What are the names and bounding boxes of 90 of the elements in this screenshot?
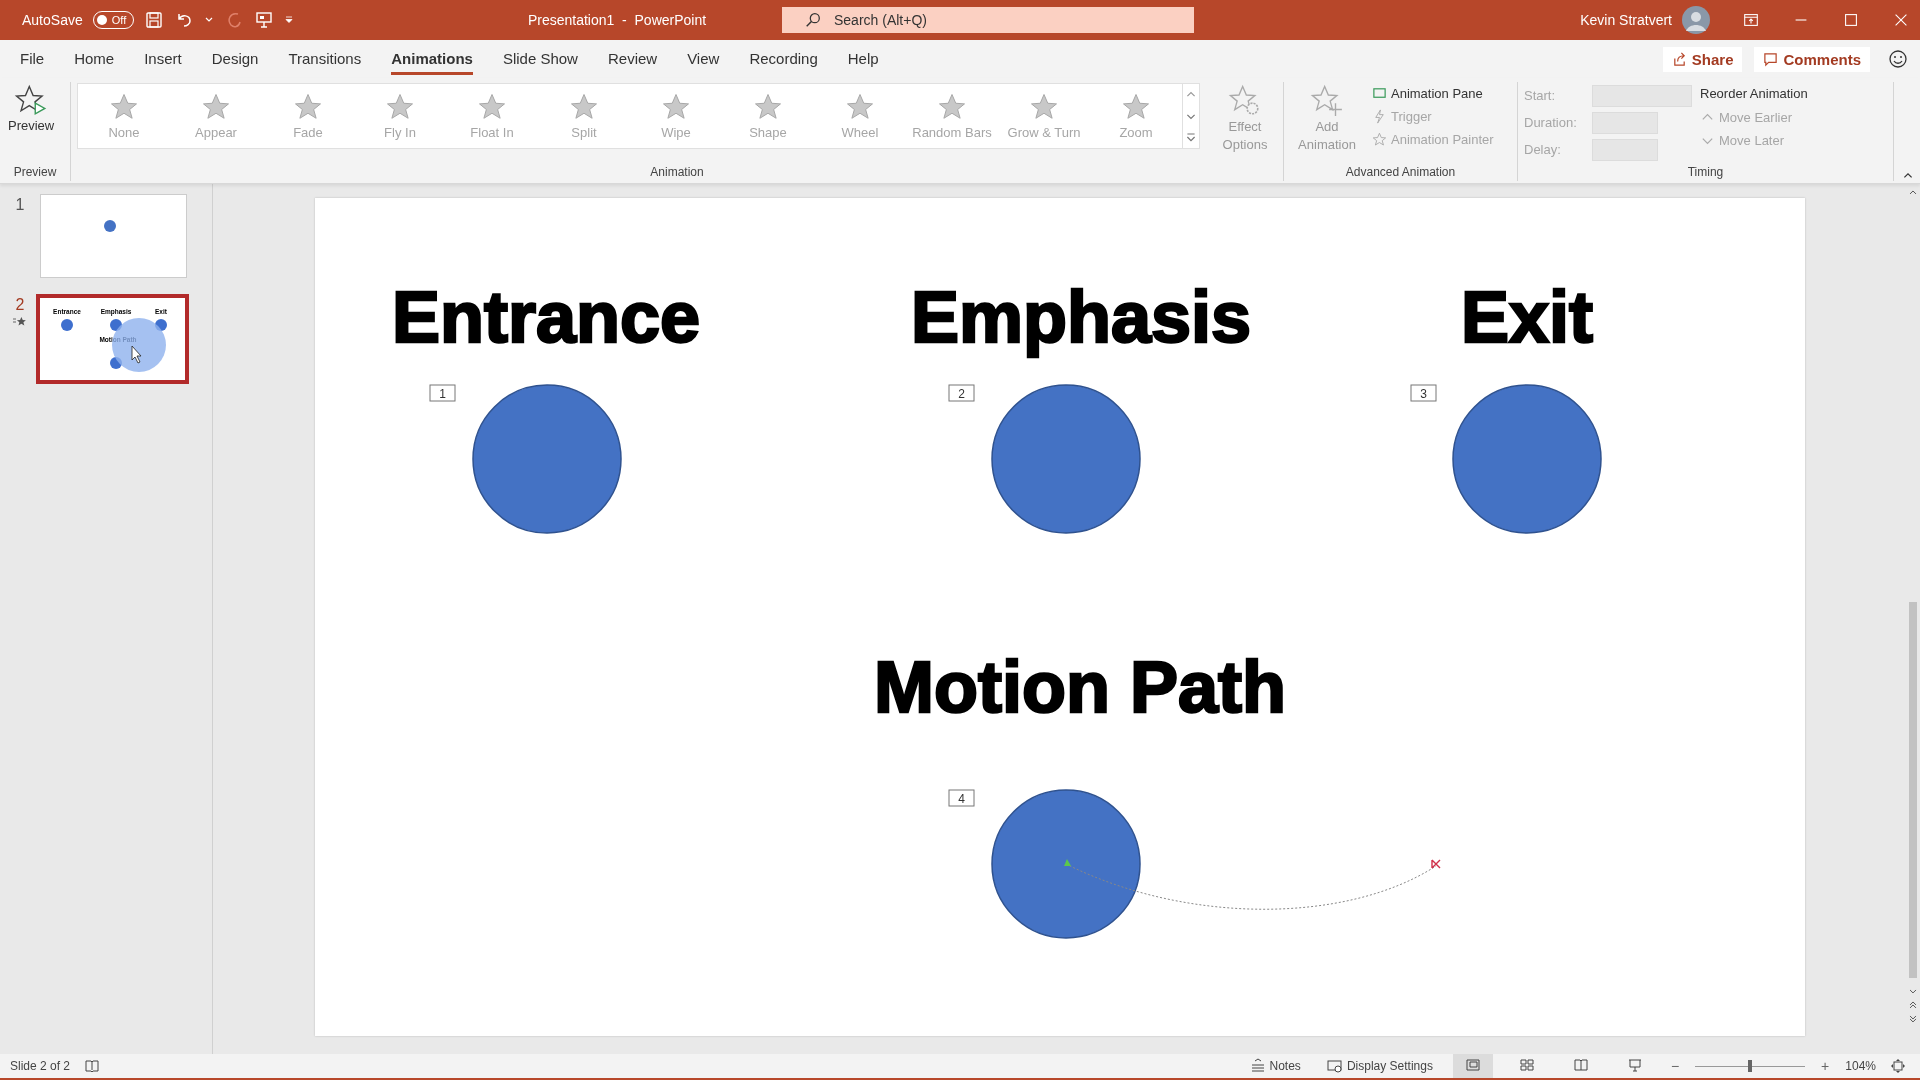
menu-tab[interactable]: Design: [211, 43, 259, 75]
dot-icon: [104, 220, 116, 232]
star-icon: [1121, 92, 1151, 122]
fit-slide-icon[interactable]: [1890, 1058, 1906, 1074]
menu-tab[interactable]: Animations: [391, 43, 473, 75]
dot-icon: [61, 319, 73, 331]
star-icon: [385, 92, 415, 122]
menu-tab[interactable]: Help: [847, 43, 879, 75]
search-field[interactable]: Search (Alt+Q): [782, 7, 1194, 33]
group-label: Advanced Animation: [1344, 165, 1457, 181]
notes-icon: [1249, 1058, 1266, 1074]
timing-label: Delay:: [1524, 142, 1562, 157]
menu-tab[interactable]: Transitions: [288, 43, 362, 75]
menu-tab[interactable]: Recording: [749, 43, 818, 75]
slide-title: Entrance: [391, 277, 701, 357]
animation-tag: 1: [429, 384, 456, 402]
star-icon: [293, 92, 323, 122]
menu-tab[interactable]: Review: [607, 43, 658, 75]
share-button[interactable]: Share: [1662, 46, 1743, 72]
comment-icon: [1763, 51, 1779, 67]
star-icon: [937, 92, 967, 122]
avatar-icon[interactable]: [1682, 6, 1710, 34]
preview-button[interactable]: Preview: [6, 82, 57, 135]
group-label: Timing: [1686, 165, 1725, 181]
scrollbar-thumb[interactable]: [1909, 601, 1917, 979]
group-label: Animation: [649, 165, 705, 181]
star-icon: [477, 92, 507, 122]
customize-icon[interactable]: [284, 15, 295, 25]
timing-label: Duration:: [1524, 115, 1578, 130]
search-icon: [804, 11, 822, 29]
reading-view-icon: [1572, 1057, 1589, 1073]
user-name: Kevin Stratvert: [1580, 12, 1672, 28]
ribbon-icon: [1372, 109, 1387, 124]
display-settings-button[interactable]: Display Settings: [1320, 1057, 1439, 1075]
normal-view-icon: [1464, 1057, 1481, 1073]
window-title: Presentation1 - PowerPoint: [526, 12, 708, 28]
slide-title: Emphasis: [910, 277, 1252, 357]
autosave-label: AutoSave: [22, 12, 83, 28]
menu-tab[interactable]: Home: [74, 43, 115, 75]
star-plus-icon: [1310, 84, 1344, 118]
presenter-icon[interactable]: [254, 10, 275, 30]
group-label: Preview: [12, 165, 58, 181]
reorder-label: Reorder Animation: [1700, 85, 1808, 103]
menu-tab[interactable]: Insert: [144, 43, 182, 75]
display-icon: [1326, 1058, 1343, 1074]
circle-shape[interactable]: [991, 384, 1141, 534]
ribbon-icon: [1372, 132, 1387, 147]
menu-tab[interactable]: View: [687, 43, 720, 75]
maximize-icon[interactable]: [1842, 11, 1860, 29]
normal-view-button[interactable]: [1452, 1054, 1493, 1078]
book-check-icon[interactable]: [84, 1058, 101, 1074]
star-icon: [661, 92, 691, 122]
menu-tab[interactable]: File: [20, 43, 45, 75]
slide-thumbnail[interactable]: [40, 194, 187, 278]
share-icon: [1671, 51, 1687, 67]
menu-tab[interactable]: Slide Show: [502, 43, 578, 75]
ribbon-button[interactable]: Animation Pane: [1372, 84, 1494, 103]
animation-tag: 3: [1410, 384, 1437, 402]
slide-counter: Slide 2 of 2: [10, 1059, 71, 1073]
circle-shape[interactable]: [991, 789, 1141, 939]
star-icon: [845, 92, 875, 122]
notes-button[interactable]: Notes: [1243, 1057, 1307, 1075]
ribbon-icon: [1372, 86, 1387, 101]
next-slide-icon[interactable]: [1908, 1014, 1918, 1024]
save-icon[interactable]: [144, 10, 165, 30]
slide-title: Motion Path: [874, 647, 1286, 727]
feedback-icon[interactable]: [1888, 49, 1908, 69]
animation-tag: 2: [948, 384, 975, 402]
slideshow-view-icon: [1626, 1057, 1643, 1073]
slide-title: Exit: [1461, 277, 1593, 357]
star-icon: [569, 92, 599, 122]
sorter-view-icon: [1518, 1057, 1535, 1073]
star-icon: [109, 92, 139, 122]
star-icon: [753, 92, 783, 122]
previous-slide-icon[interactable]: [1908, 1000, 1918, 1011]
zoom-in-button[interactable]: +: [1819, 1058, 1832, 1074]
motion-path[interactable]: [1064, 859, 1441, 910]
timing-label: Start:: [1524, 88, 1557, 103]
comments-button[interactable]: Comments: [1754, 46, 1870, 72]
star-icon: [1029, 92, 1059, 122]
slide-number: 1: [15, 196, 25, 214]
star-icon: [201, 92, 231, 122]
circle-shape[interactable]: [1452, 384, 1602, 534]
zoom-level[interactable]: 104%: [1845, 1059, 1876, 1073]
circle-shape[interactable]: [472, 384, 622, 534]
star-gear-icon: [1228, 84, 1262, 118]
slide-number: 2: [15, 296, 25, 314]
animation-tag: 4: [948, 789, 975, 807]
ribbon-display-icon[interactable]: [1742, 11, 1760, 29]
zoom-out-button[interactable]: −: [1668, 1058, 1682, 1074]
